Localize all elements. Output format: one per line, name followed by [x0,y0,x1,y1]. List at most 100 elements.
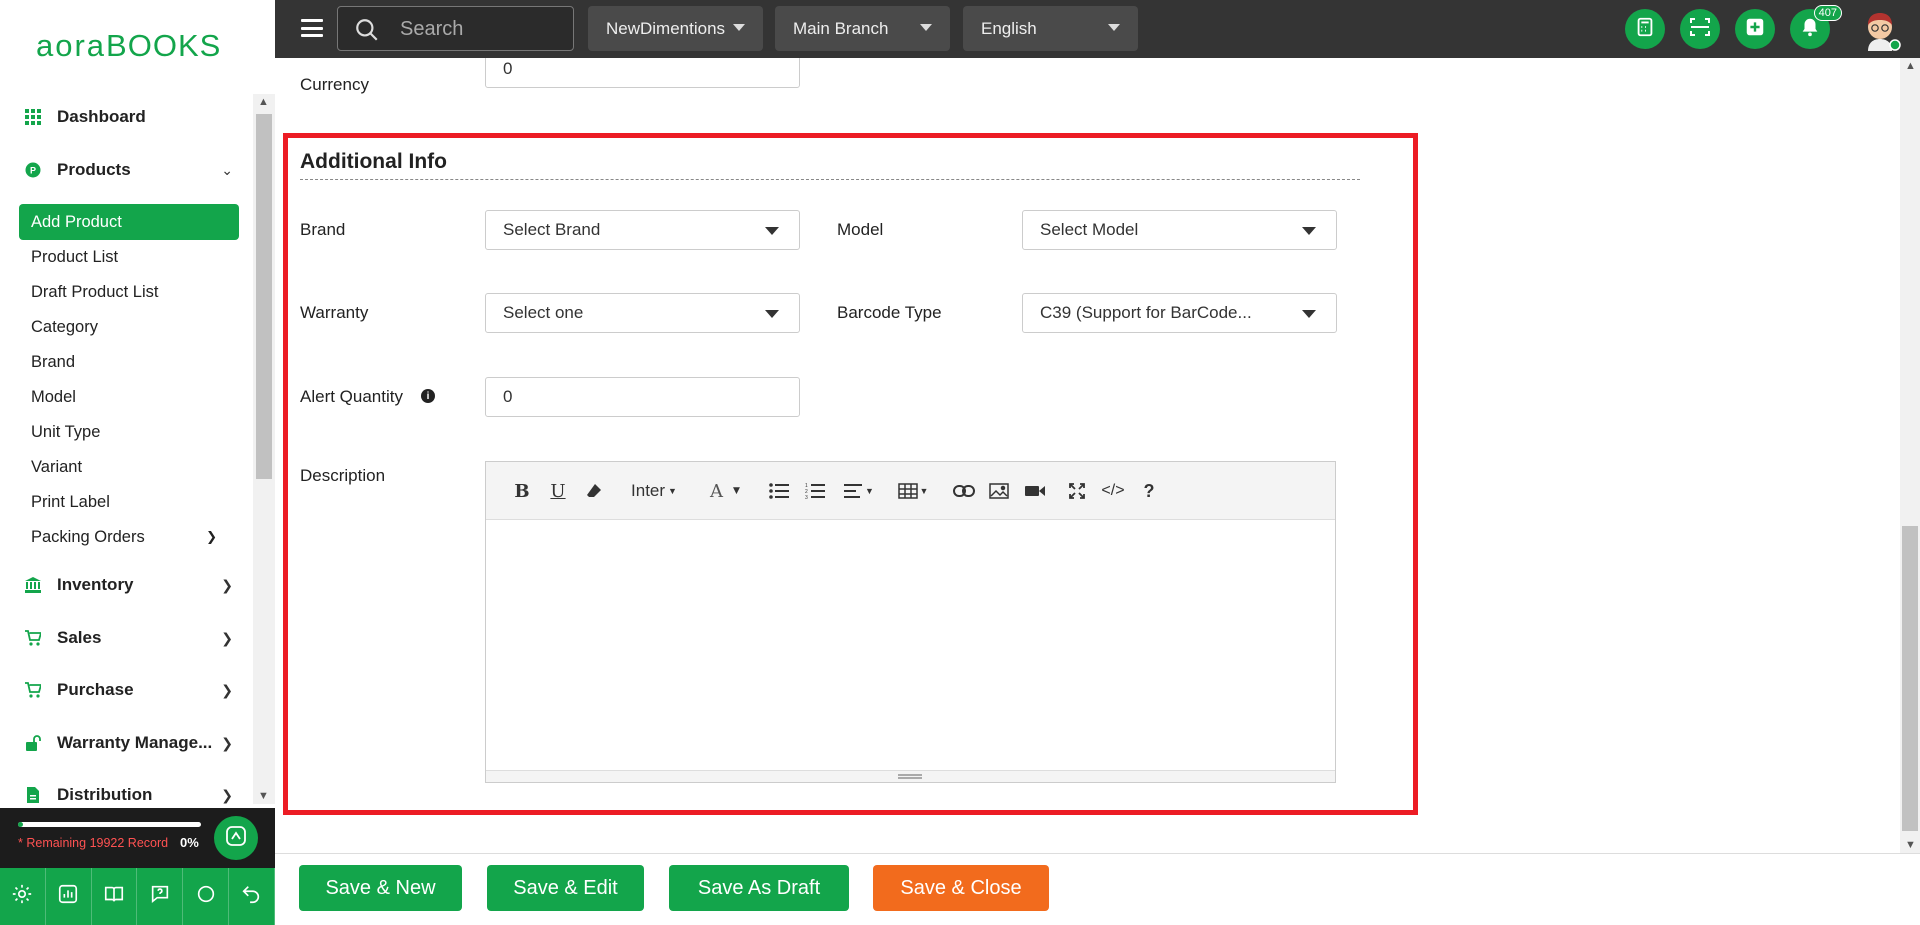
caret-down-icon [733,24,745,31]
sidebar-item-dashboard[interactable]: Dashboard [0,97,253,137]
help-button[interactable] [137,868,184,925]
sidebar-item-purchase[interactable]: Purchase ❯ [0,670,253,710]
brand-select[interactable]: Select Brand [485,210,800,250]
scroll-down-icon[interactable]: ▼ [1905,839,1916,851]
svg-text:P: P [30,166,36,176]
caret-down-icon [1108,24,1120,31]
code-view-icon[interactable]: </> [1100,479,1126,503]
chevron-right-icon: ❯ [221,576,233,593]
sidebar-item-distribution[interactable]: Distribution ❯ [0,775,253,804]
currency-input[interactable]: 0 [485,58,800,88]
sidebar-subitem-model[interactable]: Model [19,379,239,415]
company-select[interactable]: NewDimentions [588,6,763,51]
bullet-list-icon[interactable] [768,479,790,503]
help-icon[interactable]: ? [1140,479,1158,503]
calculator-icon [1634,16,1656,43]
section-divider [300,179,1360,180]
progress-percent: 0% [180,835,199,850]
sidebar-item-products[interactable]: P Products ⌄ [0,150,253,190]
video-icon[interactable] [1024,479,1046,503]
image-icon[interactable] [988,479,1010,503]
sidebar-subitem-draft-product-list[interactable]: Draft Product List [19,274,239,310]
eraser-icon[interactable] [584,479,604,503]
alert-quantity-input[interactable]: 0 [485,377,800,417]
sidebar-scrollbar[interactable]: ▲ ▼ [253,94,275,804]
fullscreen-icon[interactable] [1066,479,1088,503]
logo-text-part2: BOOKS [106,28,222,63]
sidebar-subitem-add-product[interactable]: Add Product [19,204,239,240]
caret-down-icon [920,24,932,31]
sidebar-subitem-print-label[interactable]: Print Label [19,484,239,520]
app-logo[interactable]: aora BOOKS [36,28,220,64]
chevron-right-icon: ❯ [221,629,233,646]
search-box[interactable]: Search [337,6,574,51]
gear-icon [11,883,33,910]
sidebar-item-label: Purchase [57,680,134,699]
info-icon[interactable]: i [421,389,435,403]
table-icon[interactable]: ▼ [896,479,930,503]
subitem-label: Product List [31,247,119,266]
settings-button[interactable] [0,868,46,925]
model-select-value: Select Model [1040,220,1139,239]
chat-icon [195,883,217,910]
reports-button[interactable] [46,868,92,925]
numbered-list-icon[interactable]: 123 [804,479,826,503]
model-select[interactable]: Select Model [1022,210,1337,250]
notifications-button[interactable]: 407 [1790,5,1842,49]
sidebar-subitem-brand[interactable]: Brand [19,344,239,380]
underline-icon[interactable]: U [548,479,568,503]
editor-resize-handle[interactable] [486,770,1335,782]
user-avatar[interactable] [1858,7,1902,51]
sidebar-subitem-packing-orders[interactable]: Packing Orders ❯ [19,519,239,555]
branch-select[interactable]: Main Branch [775,6,950,51]
font-family-select[interactable]: Inter ▼ [628,479,680,503]
brand-select-value: Select Brand [503,220,601,239]
calculator-button[interactable] [1625,9,1665,49]
plus-square-icon [1744,16,1766,43]
products-icon: P [24,161,42,179]
sidebar-scroll-thumb[interactable] [256,114,272,479]
scroll-up-icon[interactable]: ▲ [258,96,269,108]
unlock-icon [24,734,42,752]
save-close-button[interactable]: Save & Close [873,865,1049,911]
brand-label: Brand [300,220,346,239]
warranty-select[interactable]: Select one [485,293,800,333]
caret-down-icon [1302,227,1316,235]
sidebar-subitem-variant[interactable]: Variant [19,449,239,485]
support-button[interactable] [214,816,258,860]
document-icon [24,786,42,804]
font-color-icon[interactable]: A ▼ [703,479,747,503]
sidebar-item-inventory[interactable]: Inventory ❯ [0,565,253,605]
align-icon[interactable]: ▼ [842,479,876,503]
bold-icon[interactable]: B [512,479,532,503]
caret-down-icon [765,310,779,318]
back-button[interactable] [229,868,275,925]
cart-icon [24,681,42,699]
remaining-records-text: * Remaining 19922 Record [18,836,169,850]
save-edit-button[interactable]: Save & Edit [487,865,644,911]
sidebar-subitem-category[interactable]: Category [19,309,239,345]
main-scroll-thumb[interactable] [1902,526,1918,831]
save-new-button[interactable]: Save & New [299,865,462,911]
subitem-label: Variant [31,457,83,476]
sidebar-subitem-unit-type[interactable]: Unit Type [19,414,239,450]
scan-button[interactable] [1680,9,1720,49]
button-label: Save & Edit [513,876,618,899]
barcode-type-select[interactable]: C39 (Support for BarCode... [1022,293,1337,333]
main-scrollbar[interactable]: ▲ ▼ [1900,58,1920,853]
sidebar-item-sales[interactable]: Sales ❯ [0,618,253,658]
sidebar-subitem-product-list[interactable]: Product List [19,239,239,275]
link-icon[interactable] [952,479,976,503]
description-editor[interactable]: B U Inter ▼ A ▼ 123 ▼ ▼ </> ? [485,461,1336,783]
language-select[interactable]: English [963,6,1138,51]
chat-button[interactable] [183,868,229,925]
add-new-button[interactable] [1735,9,1775,49]
scroll-up-icon[interactable]: ▲ [1905,60,1916,72]
scroll-down-icon[interactable]: ▼ [258,790,269,802]
company-select-value: NewDimentions [606,18,726,38]
search-input[interactable]: Search [400,18,463,41]
docs-button[interactable] [92,868,138,925]
sidebar-item-warranty[interactable]: Warranty Manage... ❯ [0,723,253,763]
menu-toggle-icon[interactable] [301,19,323,37]
save-draft-button[interactable]: Save As Draft [669,865,849,911]
